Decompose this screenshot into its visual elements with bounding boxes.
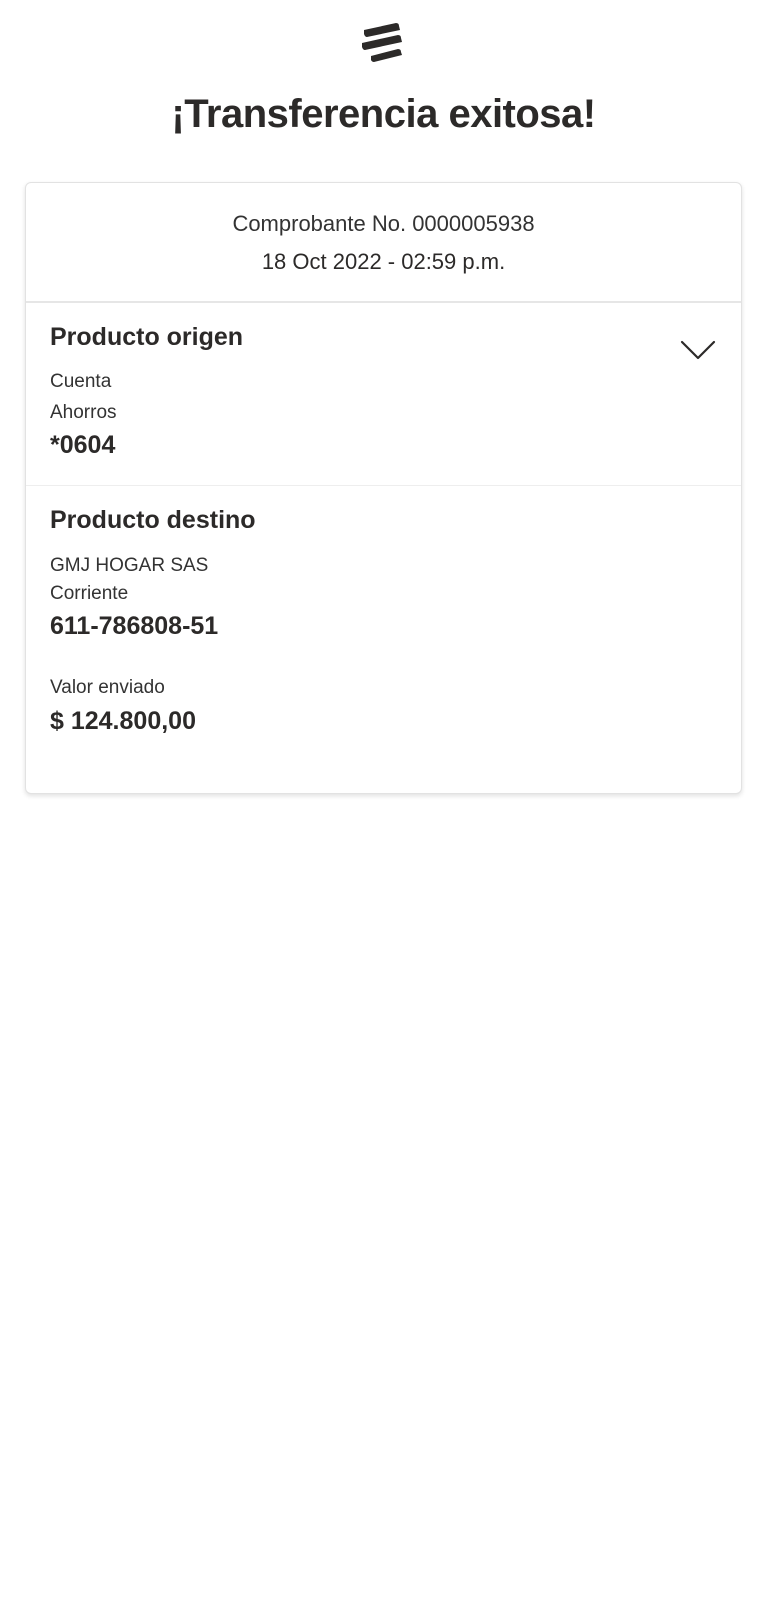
bancolombia-logo-icon: [360, 20, 406, 66]
destination-account-number: 611-786808-51: [50, 612, 219, 640]
receipt-card: Comprobante No. 0000005938 18 Oct 2022 -…: [25, 182, 742, 794]
destination-account-type: Corriente: [50, 583, 129, 604]
receipt-header: Comprobante No. 0000005938 18 Oct 2022 -…: [26, 183, 741, 303]
amount-value: $ 124.800,00: [50, 707, 196, 735]
origin-account-number: *0604: [50, 431, 116, 459]
origin-product-section[interactable]: Producto origen Cuenta Ahorros *0604: [26, 303, 741, 486]
receipt-number: Comprobante No. 0000005938: [232, 211, 535, 236]
destination-product-section: Producto destino GMJ HOGAR SAS Corriente…: [26, 486, 741, 793]
receipt-date: 18 Oct 2022 - 02:59 p.m.: [261, 249, 506, 274]
origin-account-type: Cuenta: [50, 371, 112, 392]
destination-name: GMJ HOGAR SAS: [50, 555, 209, 576]
origin-account-subtype: Ahorros: [50, 402, 117, 423]
amount-label: Valor enviado: [50, 677, 165, 698]
destination-product-title: Producto destino: [50, 506, 256, 534]
page-title: ¡Transferencia exitosa!: [171, 92, 596, 136]
chevron-down-icon[interactable]: [680, 339, 716, 361]
origin-product-title: Producto origen: [50, 323, 244, 351]
